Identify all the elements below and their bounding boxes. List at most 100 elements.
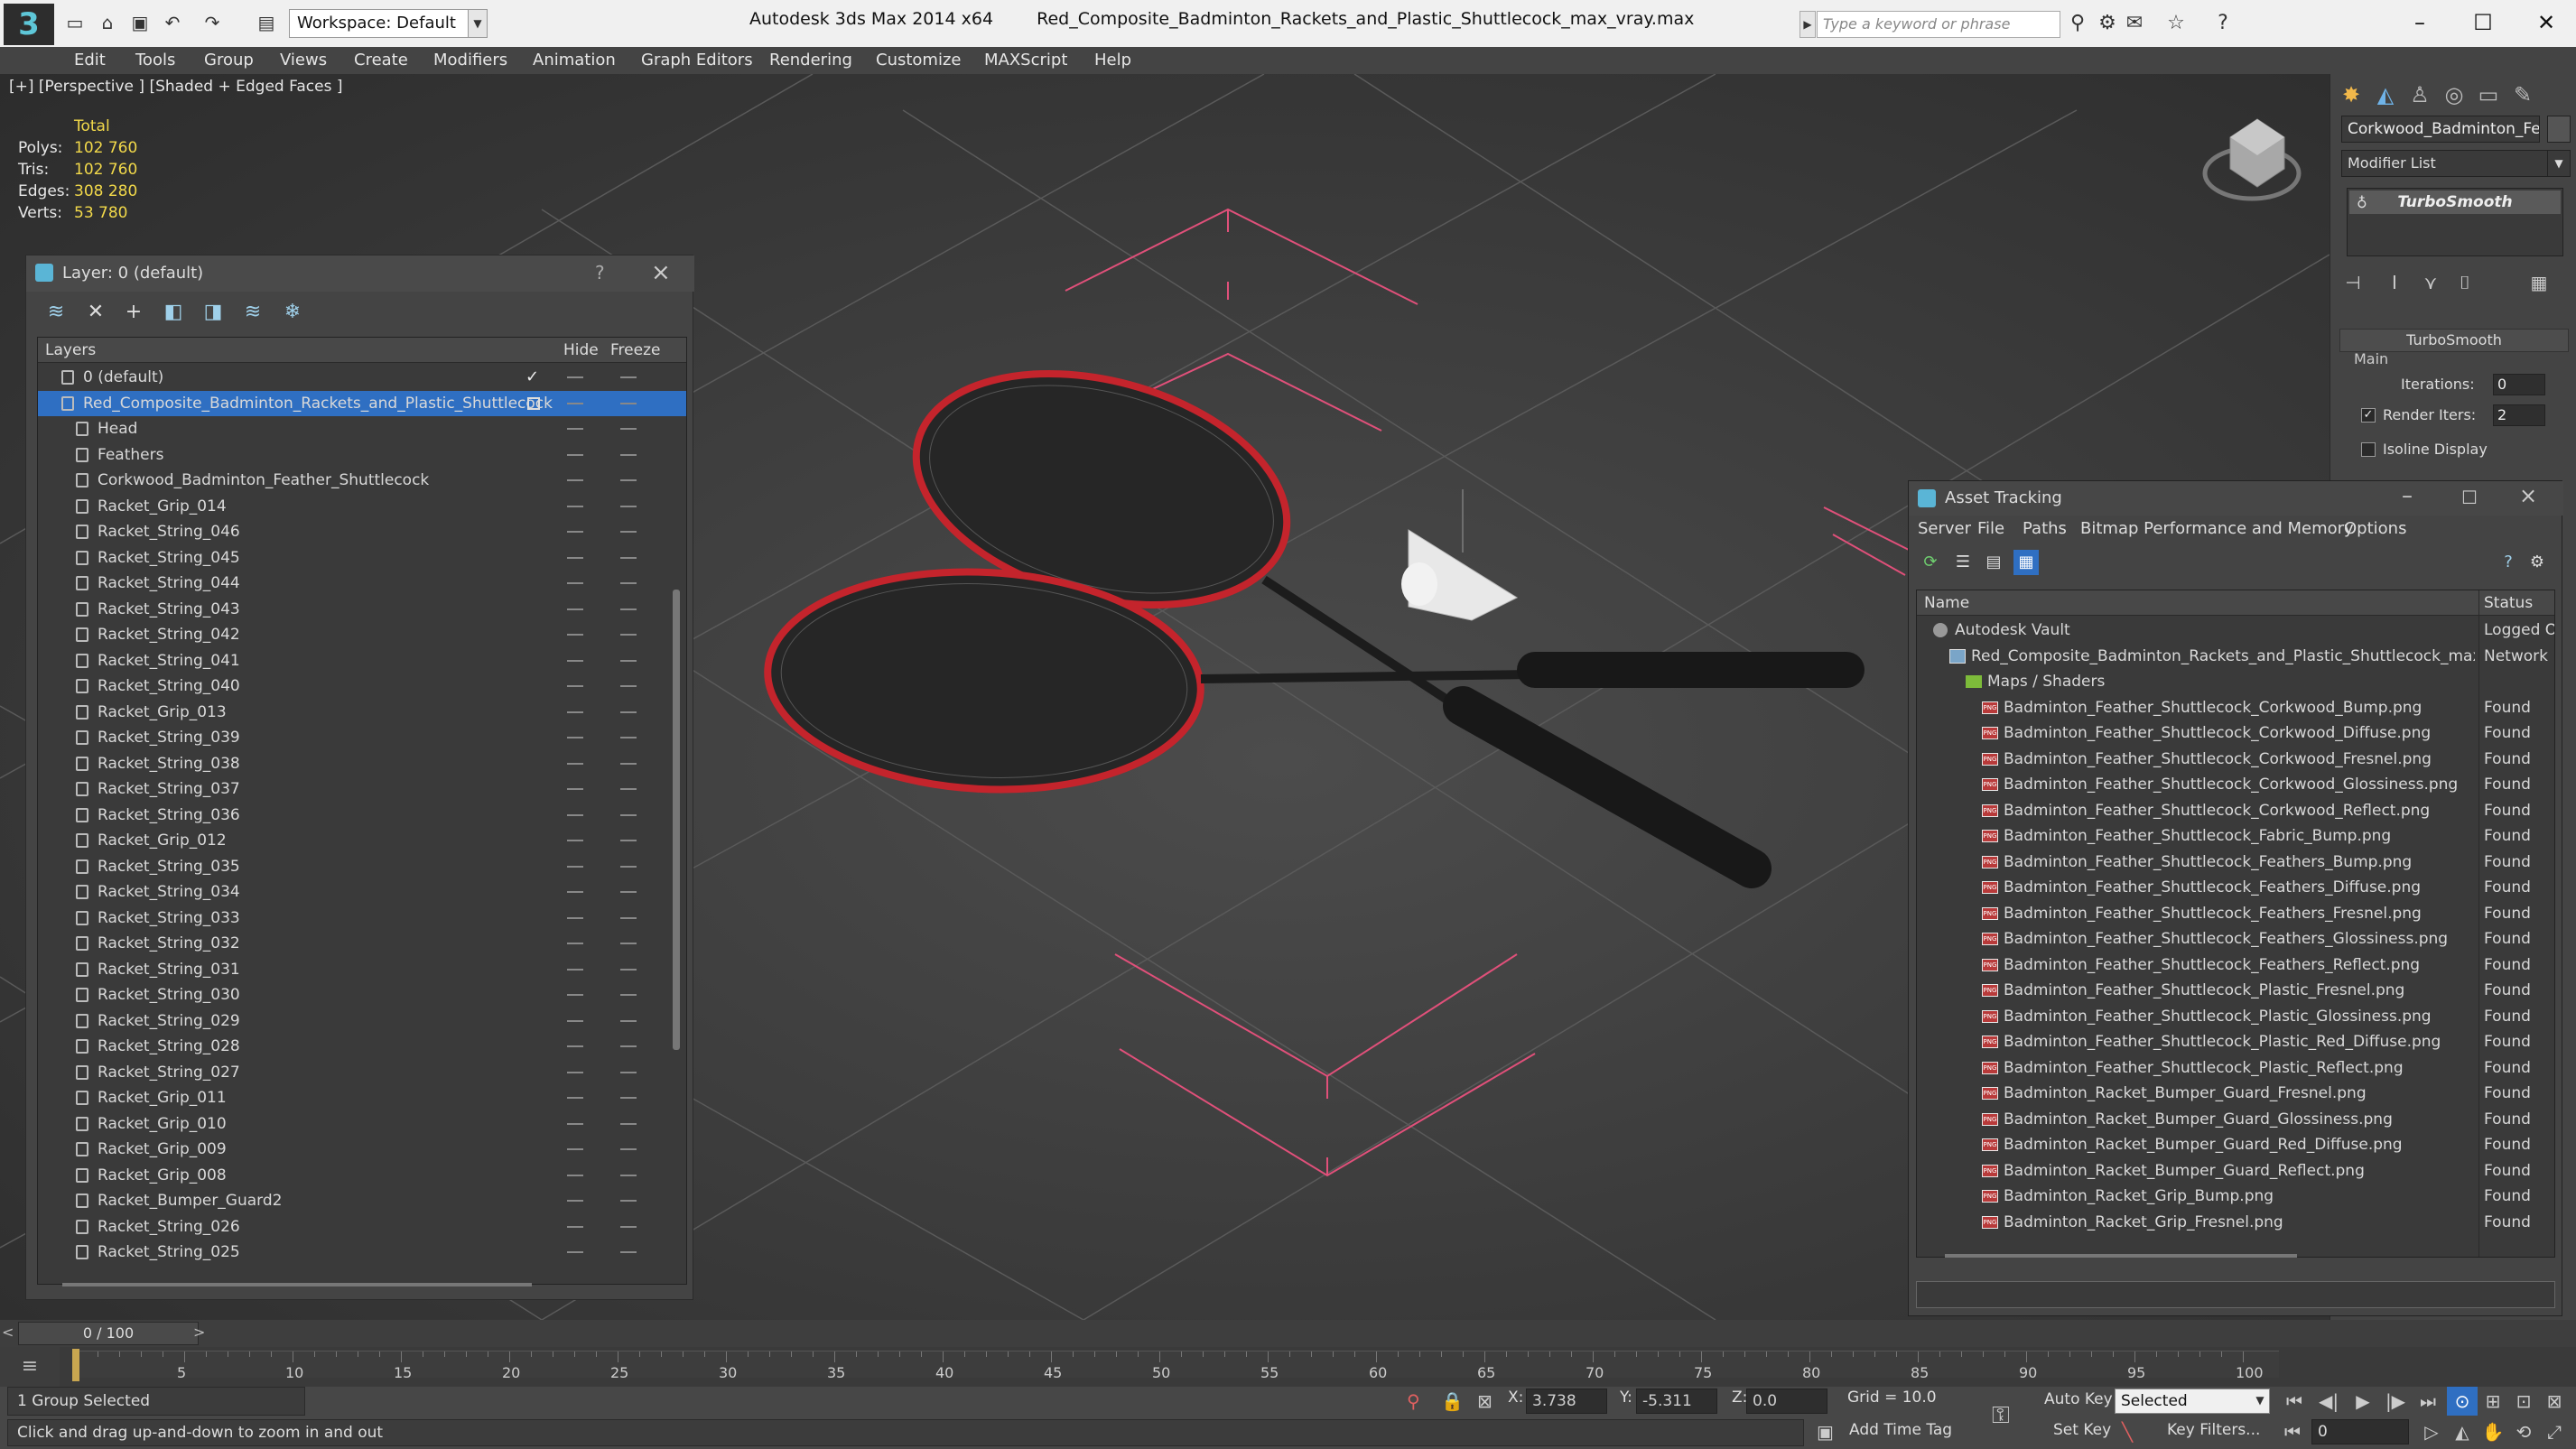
hide-toggle[interactable] <box>567 1174 583 1176</box>
workspace-dropdown[interactable]: Workspace: Default <box>289 9 470 38</box>
freeze-toggle[interactable] <box>620 762 637 765</box>
layer-object-row[interactable]: Racket_String_025 <box>38 1240 686 1266</box>
orbit-icon[interactable]: ⟲ <box>2508 1417 2539 1446</box>
time-slider-thumb[interactable]: 0 / 100 <box>18 1322 199 1345</box>
hide-toggle[interactable] <box>567 1251 583 1253</box>
configure-modifier-sets-icon[interactable]: ▦ <box>2525 269 2553 296</box>
hierarchy-tab-icon[interactable]: ♙ <box>2404 79 2435 110</box>
hide-toggle[interactable] <box>567 1045 583 1047</box>
layer-object-row[interactable]: Racket_String_030 <box>38 982 686 1008</box>
freeze-toggle[interactable] <box>620 1225 637 1228</box>
motion-tab-icon[interactable]: ◎ <box>2439 79 2469 110</box>
project-folder-icon[interactable]: ▤ <box>255 11 278 34</box>
chevron-down-icon[interactable]: ▼ <box>2547 150 2571 177</box>
menu-graph-editors[interactable]: Graph Editors <box>641 47 753 74</box>
layer-object-row[interactable]: Racket_Bumper_Guard2 <box>38 1188 686 1214</box>
layer-object-row[interactable]: Racket_String_039 <box>38 725 686 751</box>
go-to-end-icon[interactable]: ⏭ <box>2413 1387 2443 1416</box>
layer-object-row[interactable]: Racket_String_041 <box>38 648 686 674</box>
asset-row[interactable]: Maps / Shaders <box>1917 669 2554 695</box>
viewcube-icon[interactable] <box>2202 118 2302 201</box>
asset-row[interactable]: PNG Badminton_Feather_Shuttlecock_Feather… <box>1917 850 2554 876</box>
layer-object-row[interactable]: Racket_Grip_012 <box>38 828 686 854</box>
mini-curve-editor-icon[interactable]: ≡ <box>0 1347 60 1387</box>
freeze-toggle[interactable] <box>620 1045 637 1047</box>
menu-tools[interactable]: Tools <box>135 47 175 74</box>
lightbulb-icon[interactable]: ♁ <box>2357 194 2367 211</box>
freeze-toggle[interactable] <box>620 608 637 610</box>
previous-frame-icon[interactable]: < <box>2 1324 14 1341</box>
x-coordinate-field[interactable]: 3.738 <box>1526 1389 1607 1414</box>
make-unique-icon[interactable]: ⋎ <box>2417 269 2444 296</box>
freeze-toggle[interactable] <box>620 813 637 816</box>
subscription-icon[interactable]: ⚙ <box>2095 11 2120 36</box>
help-icon[interactable]: ? <box>2210 11 2236 36</box>
hide-toggle[interactable] <box>567 762 583 765</box>
zoom-extents-icon[interactable]: ⊡ <box>2508 1387 2539 1416</box>
layer-object-row[interactable]: Racket_String_026 <box>38 1214 686 1240</box>
menu-animation[interactable]: Animation <box>533 47 616 74</box>
layer-object-row[interactable]: Racket_Grip_010 <box>38 1111 686 1138</box>
asset-row[interactable]: PNG Badminton_Feather_Shuttlecock_Feather… <box>1917 901 2554 927</box>
hide-toggle[interactable] <box>567 376 583 378</box>
hide-toggle[interactable] <box>567 916 583 919</box>
hide-toggle[interactable] <box>567 634 583 636</box>
search-input[interactable]: Type a keyword or phrase <box>1817 11 2060 38</box>
hide-toggle[interactable] <box>567 1071 583 1073</box>
chevron-down-icon[interactable]: ▼ <box>468 9 488 38</box>
modify-tab-icon[interactable]: ◭ <box>2370 79 2401 110</box>
asset-row[interactable]: PNG Badminton_Feather_Shuttlecock_Corkwoo… <box>1917 720 2554 747</box>
layer-object-row[interactable]: Corkwood_Badminton_Feather_Shuttlecock <box>38 468 686 494</box>
layer-object-row[interactable]: Racket_String_036 <box>38 803 686 829</box>
hide-toggle[interactable] <box>567 994 583 996</box>
col-name[interactable]: Name <box>1924 594 1969 612</box>
turbosmooth-rollout[interactable]: TurboSmooth <box>2339 329 2569 352</box>
freeze-toggle[interactable] <box>620 453 637 456</box>
asset-row[interactable]: PNG Badminton_Feather_Shuttlecock_Corkwoo… <box>1917 747 2554 773</box>
layer-object-row[interactable]: Racket_String_037 <box>38 776 686 803</box>
hide-toggle[interactable] <box>567 788 583 790</box>
hide-toggle[interactable] <box>567 943 583 944</box>
modifier-turbosmooth[interactable]: TurboSmooth <box>2349 190 2561 214</box>
asset-row[interactable]: PNG Badminton_Racket_Bumper_Guard_Reflect… <box>1917 1158 2554 1184</box>
hide-toggle[interactable] <box>567 737 583 738</box>
asset-row[interactable]: PNG Badminton_Feather_Shuttlecock_Corkwoo… <box>1917 695 2554 721</box>
col-status[interactable]: Status <box>2484 594 2533 612</box>
go-to-start-icon[interactable]: ⏮ <box>2279 1387 2310 1416</box>
maximize-viewport-icon[interactable]: ⤢ <box>2539 1417 2570 1446</box>
display-tab-icon[interactable]: ▭ <box>2473 79 2504 110</box>
asset-row[interactable]: PNG Badminton_Feather_Shuttlecock_Corkwoo… <box>1917 772 2554 798</box>
show-end-result-icon[interactable]: Ι <box>2381 269 2408 296</box>
hide-toggle[interactable] <box>567 1200 583 1202</box>
playhead[interactable] <box>72 1349 79 1381</box>
object-name-field[interactable]: Corkwood_Badminton_Feather_Shuttlecock <box>2341 116 2540 143</box>
table-view-icon[interactable]: ▤ <box>1981 550 2006 575</box>
menu-options[interactable]: Options <box>2344 519 2406 538</box>
freeze-toggle[interactable] <box>620 711 637 713</box>
asset-path-field[interactable] <box>1916 1281 2555 1308</box>
asset-row[interactable]: PNG Badminton_Racket_Grip_Fresnel.png Foun… <box>1917 1210 2554 1236</box>
layer-object-row[interactable]: Racket_String_028 <box>38 1034 686 1060</box>
layer-object-row[interactable]: Racket_Grip_014 <box>38 494 686 520</box>
create-layer-icon[interactable]: ≋ <box>42 299 70 326</box>
hide-toggle[interactable] <box>567 582 583 584</box>
isolate-selection-icon[interactable]: ⚲ <box>1407 1389 1420 1414</box>
freeze-toggle[interactable] <box>620 1019 637 1022</box>
freeze-toggle[interactable] <box>620 968 637 971</box>
create-tab-icon[interactable]: ✸ <box>2336 79 2367 110</box>
time-tag-icon[interactable]: ▣ <box>1817 1419 1834 1444</box>
asset-row[interactable]: PNG Badminton_Feather_Shuttlecock_Feather… <box>1917 952 2554 979</box>
asset-row[interactable]: PNG Badminton_Feather_Shuttlecock_Plastic… <box>1917 1055 2554 1082</box>
hide-toggle[interactable] <box>567 479 583 481</box>
layer-object-row[interactable]: Racket_String_044 <box>38 571 686 597</box>
key-filters-button[interactable]: Key Filters... <box>2167 1421 2260 1439</box>
asset-row[interactable]: PNG Badminton_Feather_Shuttlecock_Plastic… <box>1917 1029 2554 1055</box>
auto-key-button[interactable]: Auto Key <box>2044 1390 2113 1408</box>
hide-toggle[interactable] <box>567 840 583 841</box>
zoom-icon[interactable]: ⊙ <box>2447 1387 2478 1416</box>
menu-bitmap-performance[interactable]: Bitmap Performance and Memory <box>2080 519 2354 538</box>
hide-toggle[interactable] <box>567 1019 583 1022</box>
layer-object-row[interactable]: Racket_String_043 <box>38 597 686 623</box>
hide-toggle[interactable] <box>567 1122 583 1125</box>
freeze-toggle[interactable] <box>620 1122 637 1125</box>
